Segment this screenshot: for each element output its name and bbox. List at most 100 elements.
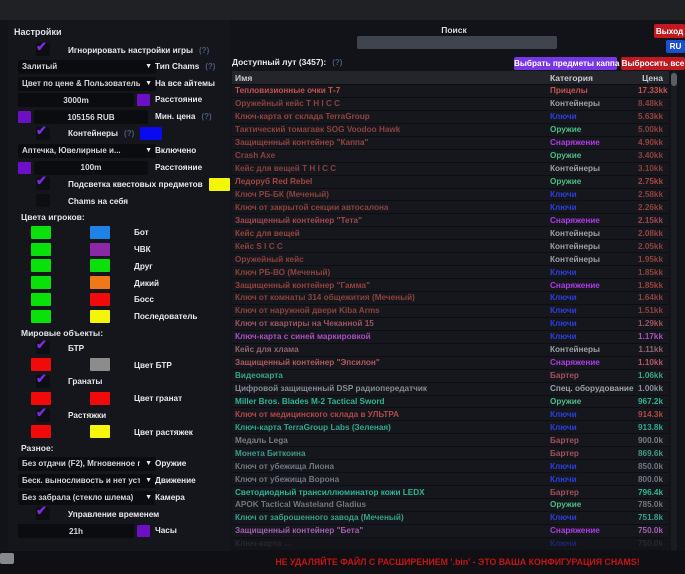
table-scrollbar[interactable] — [671, 71, 677, 551]
color-swatch[interactable] — [137, 94, 150, 106]
table-row[interactable]: Ключ от закрытой секции автосалонаКлючи2… — [232, 201, 669, 214]
table-row[interactable]: Тактический томагавк SOG Voodoo HawkОруж… — [232, 124, 669, 137]
table-row[interactable]: Ключ от комнаты 314 общежития (Меченый)К… — [232, 292, 669, 305]
color-swatch-secondary[interactable] — [90, 226, 110, 239]
help-hint[interactable]: (?) — [205, 62, 215, 71]
language-button[interactable]: RU — [666, 40, 685, 53]
dropdown[interactable]: Залитый▼ — [18, 60, 156, 74]
column-category[interactable]: Категория — [550, 73, 638, 83]
table-row[interactable]: Ключ от убежища ВоронаКлючи800.0k — [232, 473, 669, 486]
table-row[interactable]: Кейс для вещейКонтейнеры2.08kk — [232, 227, 669, 240]
settings-row-dropdown-26: Беск. выносливость и нет уста▼Движение — [8, 474, 230, 488]
exit-button[interactable]: Выход — [654, 24, 685, 38]
table-row[interactable]: Медаль LegaБартер900.0k — [232, 434, 669, 447]
checkbox[interactable]: ✔ — [36, 507, 50, 520]
color-swatch-secondary[interactable] — [90, 276, 110, 289]
color-swatch[interactable] — [137, 525, 150, 537]
table-row[interactable]: Кейс для хламаКонтейнеры1.11kk — [232, 344, 669, 357]
table-row[interactable]: Ключ от убежища ЛионаКлючи850.0k — [232, 460, 669, 473]
color-swatch-secondary[interactable] — [90, 243, 110, 256]
table-row[interactable]: Ключ-карта …Ключи750.0k — [232, 538, 669, 551]
color-swatch[interactable] — [18, 162, 31, 174]
table-row[interactable]: Miller Bros. Blades M-2 Tactical SwordОр… — [232, 396, 669, 409]
table-row[interactable]: Ключ-карта от склада TerraGroupКлючи5.63… — [232, 111, 669, 124]
checkbox[interactable]: ✔ — [36, 341, 50, 354]
checkbox[interactable]: ✔ — [36, 127, 50, 140]
dropdown[interactable]: Аптечка, Ювелирные и...▼ — [18, 144, 156, 158]
search-input[interactable] — [357, 36, 557, 49]
color-swatch[interactable] — [18, 111, 31, 123]
table-row[interactable]: Монета БиткоинаБартер869.6k — [232, 447, 669, 460]
color-swatch-primary[interactable] — [31, 392, 51, 405]
help-hint[interactable]: (?) — [201, 112, 211, 121]
column-name[interactable]: Имя — [232, 73, 550, 83]
checkbox-label: Гранаты — [68, 377, 102, 386]
help-hint[interactable]: (?) — [199, 46, 209, 55]
table-row[interactable]: Цифровой защищенный DSP радиопередатчикС… — [232, 383, 669, 396]
color-swatch[interactable] — [140, 127, 162, 140]
table-row[interactable]: Защищенный контейнер "Бета"Снаряжение750… — [232, 525, 669, 538]
dropdown[interactable]: Цвет по цене & Пользовательс▼ — [18, 77, 156, 91]
value-input[interactable]: 105156 RUB — [34, 110, 148, 124]
item-category: Оружие — [550, 177, 638, 186]
scrollbar-thumb[interactable] — [671, 73, 677, 86]
color-swatch-secondary[interactable] — [90, 358, 110, 371]
color-swatch-primary[interactable] — [31, 358, 51, 371]
table-row[interactable]: Тепловизионные очки Т-7Прицелы17.33kk — [232, 85, 669, 98]
column-price[interactable]: Цена — [638, 73, 669, 83]
table-row[interactable]: Оружейный кейсКонтейнеры1.95kk — [232, 253, 669, 266]
color-swatch-secondary[interactable] — [90, 293, 110, 306]
table-row[interactable]: Защищенный контейнер "Эпсилон"Снаряжение… — [232, 357, 669, 370]
dropdown[interactable]: Беск. выносливость и нет уста▼ — [18, 474, 156, 488]
value-input[interactable]: 21h — [18, 524, 134, 538]
table-row[interactable]: Ключ от медицинского склада в УЛЬТРАКлюч… — [232, 408, 669, 421]
table-row[interactable]: Оружейный кейс T H I C CКонтейнеры8.48kk — [232, 98, 669, 111]
table-row[interactable]: Ключ от заброшенного завода (Меченый)Клю… — [232, 512, 669, 525]
item-category: Оружие — [550, 500, 638, 509]
checkbox[interactable]: ✔ — [36, 43, 50, 56]
footer-warning: НЕ УДАЛЯЙТЕ ФАЙЛ С РАСШИРЕНИЕМ '.bin' - … — [230, 557, 685, 567]
color-swatch-primary[interactable] — [31, 259, 51, 272]
color-swatch-primary[interactable] — [31, 226, 51, 239]
color-swatch-secondary[interactable] — [90, 425, 110, 438]
value-input[interactable]: 3000m — [18, 93, 134, 107]
loot-count: Доступный лут (3457): (?) — [232, 57, 342, 67]
table-row[interactable]: ВидеокартаБартер1.06kk — [232, 370, 669, 383]
color-swatch-primary[interactable] — [31, 293, 51, 306]
checkbox[interactable]: ✔ — [36, 375, 50, 388]
table-row[interactable]: Ключ РБ-ВО (Меченый)Ключи1.85kk — [232, 266, 669, 279]
table-row[interactable]: Кейс S I C CКонтейнеры2.05kk — [232, 240, 669, 253]
color-swatch-primary[interactable] — [31, 310, 51, 323]
table-row[interactable]: Защищенный контейнер "Каппа"Снаряжение4.… — [232, 137, 669, 150]
table-row[interactable]: Защищенный контейнер "Гамма"Снаряжение1.… — [232, 279, 669, 292]
table-row[interactable]: Crash AxeОружие3.40kk — [232, 150, 669, 163]
color-swatch[interactable] — [209, 178, 230, 191]
table-row[interactable]: Ледоруб Red RebelОружие2.75kk — [232, 176, 669, 189]
item-price: 796.4k — [638, 488, 669, 497]
color-swatch-secondary[interactable] — [90, 392, 110, 405]
table-row[interactable]: APOK Tactical Wasteland GladiusОружие785… — [232, 499, 669, 512]
checkbox[interactable]: ✔ — [36, 409, 50, 422]
table-row[interactable]: Ключ РБ-БК (Меченый)Ключи2.58kk — [232, 189, 669, 202]
color-swatch-primary[interactable] — [31, 243, 51, 256]
table-row[interactable]: Кейс для вещей T H I C CКонтейнеры3.10kk — [232, 163, 669, 176]
checkbox-label: Подсветка квестовых предметов — [68, 180, 203, 189]
table-row[interactable]: Ключ от наружной двери Kiba ArmsКлючи1.5… — [232, 305, 669, 318]
checkbox[interactable] — [36, 194, 50, 207]
color-swatch-secondary[interactable] — [90, 310, 110, 323]
color-swatch-primary[interactable] — [31, 276, 51, 289]
color-swatch-primary[interactable] — [31, 425, 51, 438]
value-input[interactable]: 100m — [34, 161, 148, 175]
table-row[interactable]: Защищенный контейнер "Тета"Снаряжение2.1… — [232, 214, 669, 227]
settings-title: Настройки — [14, 27, 61, 37]
select-kappa-items-button[interactable]: Выбрать предметы каппа — [514, 57, 617, 70]
color-swatch-secondary[interactable] — [90, 259, 110, 272]
help-hint[interactable]: (?) — [124, 129, 134, 138]
table-row[interactable]: Ключ-карта TerraGroup Labs (Зеленая)Ключ… — [232, 421, 669, 434]
table-row[interactable]: Ключ от квартиры на Чеканной 15Ключи1.29… — [232, 318, 669, 331]
checkbox[interactable]: ✔ — [36, 177, 50, 190]
table-row[interactable]: Светодиодный трансиллюминатор кожи LEDXБ… — [232, 486, 669, 499]
dropdown[interactable]: Без отдачи (F2), Мгновенное п▼ — [18, 457, 156, 471]
drop-all-button[interactable]: Выбросить все — [621, 57, 685, 70]
table-row[interactable]: Ключ-карта с синей маркировкойКлючи1.17k… — [232, 331, 669, 344]
